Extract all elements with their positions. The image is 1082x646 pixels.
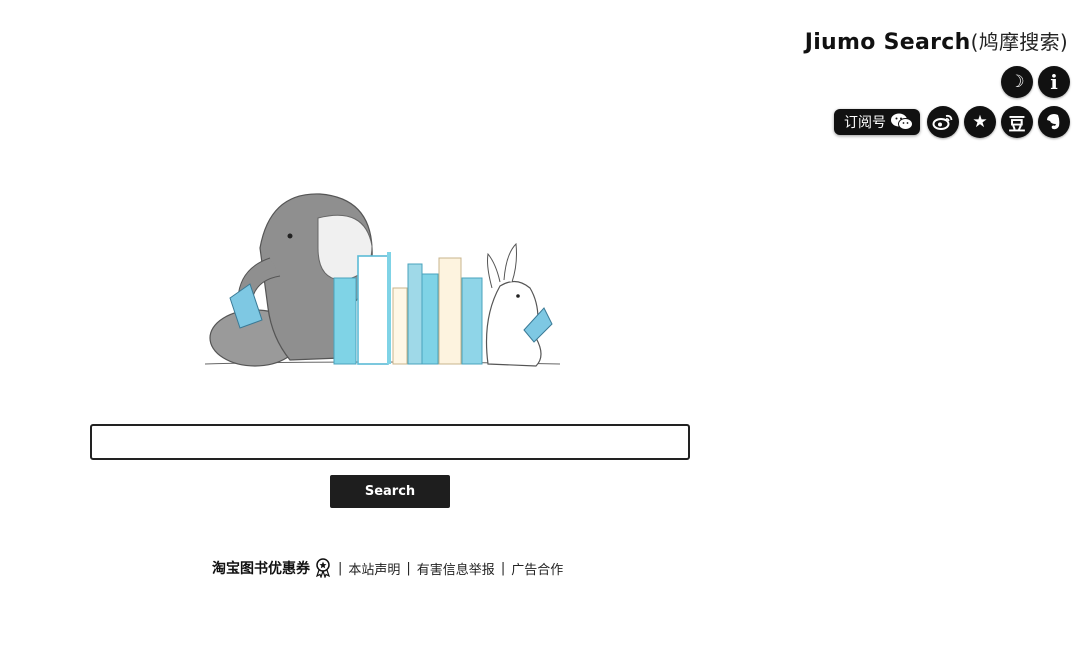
info-icon[interactable]: i bbox=[1038, 66, 1070, 98]
wechat-icon bbox=[891, 113, 913, 130]
search-button[interactable]: Search bbox=[330, 475, 450, 508]
footer-separator: | bbox=[338, 560, 343, 576]
footer-links: 淘宝图书优惠券 | 本站声明 | 有害信息举报 | 广告合作 bbox=[212, 558, 563, 578]
footer-separator: | bbox=[406, 560, 411, 576]
site-statement-link[interactable]: 本站声明 bbox=[348, 559, 400, 578]
douban-icon[interactable]: 豆 bbox=[1001, 106, 1033, 138]
weibo-icon[interactable] bbox=[927, 106, 959, 138]
favorite-star-icon[interactable]: ★ bbox=[964, 106, 996, 138]
advertising-cooperation-link[interactable]: 广告合作 bbox=[511, 559, 563, 578]
brand-name: Jiumo Search bbox=[804, 30, 971, 55]
night-mode-icon[interactable]: ☽ bbox=[1001, 66, 1033, 98]
taobao-book-coupon-link[interactable]: 淘宝图书优惠券 bbox=[212, 558, 310, 578]
report-harmful-info-link[interactable]: 有害信息举报 bbox=[417, 559, 495, 578]
brand-subtitle: (鸠摩搜索) bbox=[970, 30, 1068, 54]
subscribe-label: 订阅号 bbox=[844, 115, 886, 131]
award-badge-icon bbox=[315, 558, 331, 578]
search-input[interactable] bbox=[90, 424, 690, 460]
top-icon-row: ☽ i bbox=[1001, 66, 1070, 98]
site-title: Jiumo Search(鸠摩搜索) bbox=[805, 26, 1068, 55]
social-icon-row: 订阅号 ★ 豆 bbox=[834, 106, 1070, 138]
evernote-icon[interactable] bbox=[1038, 106, 1070, 138]
reading-animals-illustration bbox=[204, 193, 561, 367]
footer-separator: | bbox=[500, 560, 506, 576]
subscribe-wechat-button[interactable]: 订阅号 bbox=[834, 109, 920, 135]
rabbit-figure bbox=[485, 242, 553, 367]
